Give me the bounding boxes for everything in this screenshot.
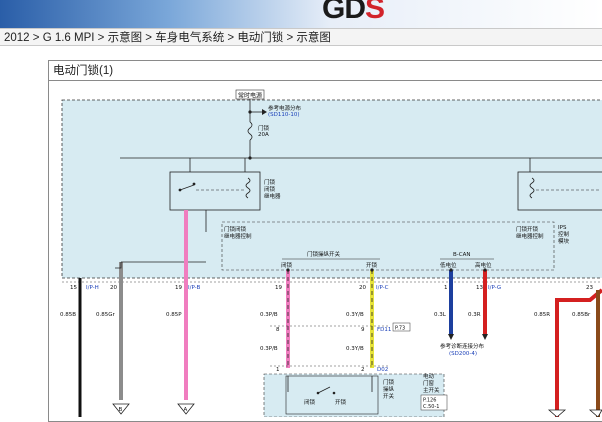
relay-label-1: 门锁 <box>264 178 276 186</box>
main-switch-area <box>263 373 445 417</box>
ips-label-2: 控制 <box>558 230 570 238</box>
wire-label-085p: 0.85P <box>166 312 182 318</box>
power-source-label: 常时电源 <box>238 92 262 100</box>
wiring-diagram: 常时电源 参考电源分布 (SD110-10) 门锁 20A 门锁 闭锁 继电器 … <box>60 89 602 417</box>
page-ref-p126[interactable]: P.126 <box>423 398 436 404</box>
relay-label-2: 闭锁 <box>264 185 276 193</box>
wire-label-03l: 0.3L <box>434 312 447 318</box>
ref-power-code[interactable]: (SD110-10) <box>268 112 300 118</box>
lock-label: 闭锁 <box>281 261 293 269</box>
wire-label-085br: 0.85Br <box>572 312 591 318</box>
pin-20b: 20 <box>359 285 366 291</box>
ips-label-1: IPS <box>558 225 567 231</box>
main-switch-label-1: 电动 <box>423 372 435 380</box>
ground-b-label: B <box>119 407 123 413</box>
pin-19: 19 <box>175 285 182 291</box>
wire-label-03yb: 0.3Y/B <box>346 312 364 318</box>
pin-13: 13 <box>476 285 483 291</box>
wire-label-03pb: 0.3P/B <box>260 312 278 318</box>
pin-1: 1 <box>444 285 448 291</box>
relay-ctrl-left-1: 门锁闭锁 <box>224 225 247 233</box>
pin-15: 15 <box>70 285 77 291</box>
unlock-label: 开锁 <box>366 261 378 269</box>
diag-ref-label: 参考诊断连接分布 <box>440 342 485 350</box>
main-switch-label-3: 主开关 <box>423 386 440 394</box>
ref-arrow-icon-2 <box>448 334 454 340</box>
pin-1-d02: 1 <box>276 367 280 373</box>
switch-right-3: 开关 <box>383 392 395 400</box>
main-switch-label-2: 门窗 <box>423 379 435 387</box>
wire-label-03pb-2: 0.3P/B <box>260 346 278 352</box>
bcan-high-label: 高电位 <box>475 261 492 269</box>
ref-power-label: 参考电源分布 <box>268 104 302 112</box>
bcan-label: B-CAN <box>453 252 470 258</box>
conn-ip-c[interactable]: I/P-C <box>376 285 389 291</box>
pin-8: 8 <box>276 327 280 333</box>
switch-group-label: 门锁操纵开关 <box>307 250 341 258</box>
conn-ip-h[interactable]: I/P-H <box>86 285 99 291</box>
ips-label-3: 模块 <box>558 237 570 245</box>
conn-ip-b[interactable]: I/P-B <box>188 285 200 291</box>
bcan-low-label: 低电位 <box>440 261 457 269</box>
wire-label-03r: 0.3R <box>468 312 481 318</box>
ground-a-label: A <box>184 407 188 413</box>
wire-label-03yb-2: 0.3Y/B <box>346 346 364 352</box>
conn-ip-g[interactable]: I/P-G <box>488 285 501 291</box>
diag-ref-code[interactable]: (SD200-4) <box>449 351 477 357</box>
fuse-label: 门锁 <box>258 124 270 132</box>
pin-19b: 19 <box>275 285 282 291</box>
switch-right-2: 操纵 <box>383 385 395 393</box>
wire-label-085gr: 0.85Gr <box>96 312 116 318</box>
switch-right-1: 门锁 <box>383 378 395 386</box>
relay-ctrl-right-2: 继电器控制 <box>516 232 544 240</box>
pin-20: 20 <box>110 285 117 291</box>
conn-d02[interactable]: D02 <box>377 367 388 373</box>
pin-2-d02: 2 <box>361 367 365 373</box>
pin-23: 23 <box>586 285 593 291</box>
switch-unlock-label: 开锁 <box>335 398 347 406</box>
page-ref-p73[interactable]: P.73 <box>395 326 405 332</box>
fuse-rating: 20A <box>258 132 269 138</box>
relay-ctrl-right-1: 门锁开锁 <box>516 225 539 233</box>
switch-lock-label: 闭锁 <box>304 398 316 406</box>
relay-label-3: 继电器 <box>264 192 281 200</box>
relay-ctrl-left-2: 继电器控制 <box>224 232 252 240</box>
wire-label-085b: 0.85B <box>60 312 76 318</box>
page-ref-c50[interactable]: C.50-1 <box>423 404 439 410</box>
wire-085r <box>555 288 602 417</box>
conn-fd11[interactable]: FD11 <box>377 327 391 333</box>
pin-9: 9 <box>361 327 365 333</box>
wire-label-085r: 0.85R <box>534 312 550 318</box>
